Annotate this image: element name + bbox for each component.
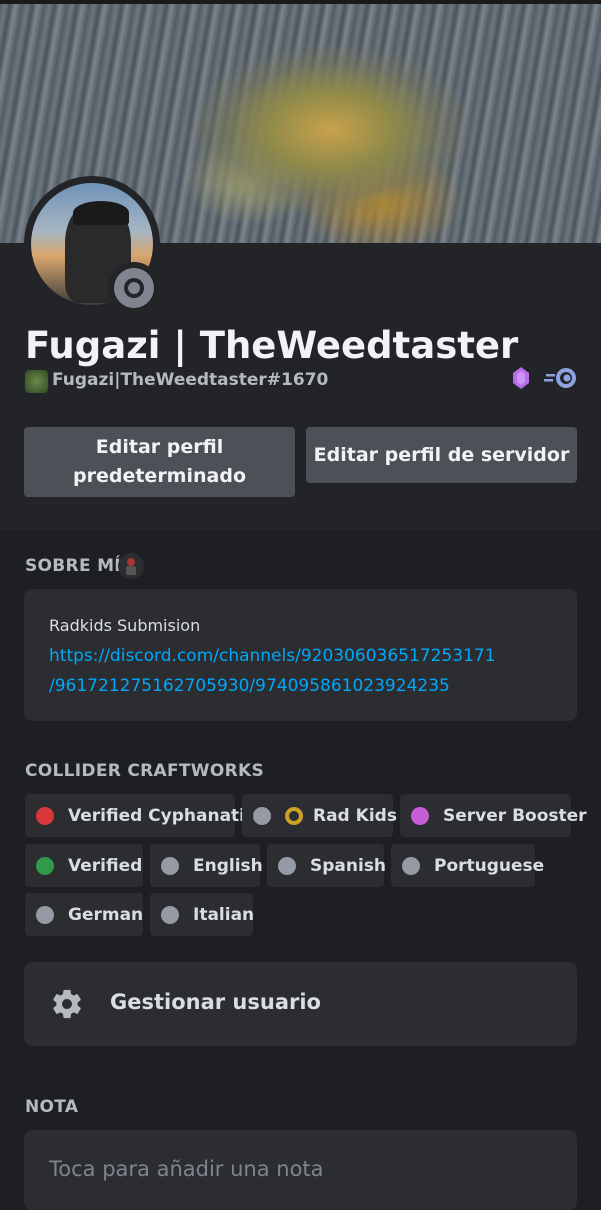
gear-icon — [53, 989, 81, 1019]
role-chip[interactable]: Italian — [150, 893, 255, 936]
nitro-gem-icon[interactable] — [512, 366, 530, 390]
role-chip[interactable]: Verified Cyphanatic — [25, 794, 255, 837]
role-label: Spanish — [310, 855, 387, 876]
role-chip[interactable]: English — [150, 844, 263, 887]
role-label: German — [68, 904, 144, 925]
note-title: NOTA — [25, 1097, 79, 1117]
role-label: Rad Kids — [313, 805, 397, 826]
role-color-dot — [278, 856, 296, 875]
role-label: Portuguese — [434, 855, 545, 876]
role-chip[interactable]: Server Booster — [400, 794, 587, 837]
role-chip[interactable]: German — [25, 893, 143, 936]
username-tag: Fugazi|TheWeedtaster#1670 — [52, 370, 329, 390]
role-color-dot — [161, 856, 179, 875]
about-me-link-line1[interactable]: https://discord.com/channels/92030603651… — [49, 646, 496, 666]
role-label: English — [193, 855, 263, 876]
server-avatar-icon — [25, 370, 48, 393]
role-color-dot — [411, 806, 429, 825]
role-color-dot — [36, 806, 54, 825]
about-me-text: Radkids Submision — [49, 616, 201, 635]
about-me-title: SOBRE MÍ — [25, 556, 121, 576]
role-chip[interactable]: Verified — [25, 844, 143, 887]
role-color-dot — [36, 905, 54, 924]
role-color-dot — [402, 856, 420, 875]
about-emoji-icon — [118, 553, 144, 579]
note-input[interactable] — [49, 1157, 549, 1181]
rad-kids-emoji-icon — [285, 806, 303, 825]
role-label: Verified Cyphanatic — [68, 805, 256, 826]
edit-server-profile-button[interactable]: Editar perfil de servidor — [306, 427, 577, 483]
offline-status-icon — [114, 268, 154, 308]
role-label: Italian — [193, 904, 255, 925]
role-label: Verified — [68, 855, 143, 876]
role-color-dot — [253, 806, 271, 825]
role-chip[interactable]: Rad Kids — [242, 794, 397, 837]
server-roles-title: COLLIDER CRAFTWORKS — [25, 761, 264, 781]
about-me-link-line2[interactable]: /961721275162705930/974095861023924235 — [49, 676, 450, 696]
role-chip[interactable]: Portuguese — [391, 844, 544, 887]
edit-default-profile-button[interactable]: Editar perfil predeterminado — [24, 427, 295, 497]
display-name: Fugazi | TheWeedtaster — [25, 324, 519, 367]
role-color-dot — [36, 856, 54, 875]
role-label: Server Booster — [443, 805, 587, 826]
nitro-badge-icon[interactable] — [544, 366, 578, 390]
role-color-dot — [161, 905, 179, 924]
manage-user-label: Gestionar usuario — [110, 990, 321, 1014]
role-chip[interactable]: Spanish — [267, 844, 387, 887]
